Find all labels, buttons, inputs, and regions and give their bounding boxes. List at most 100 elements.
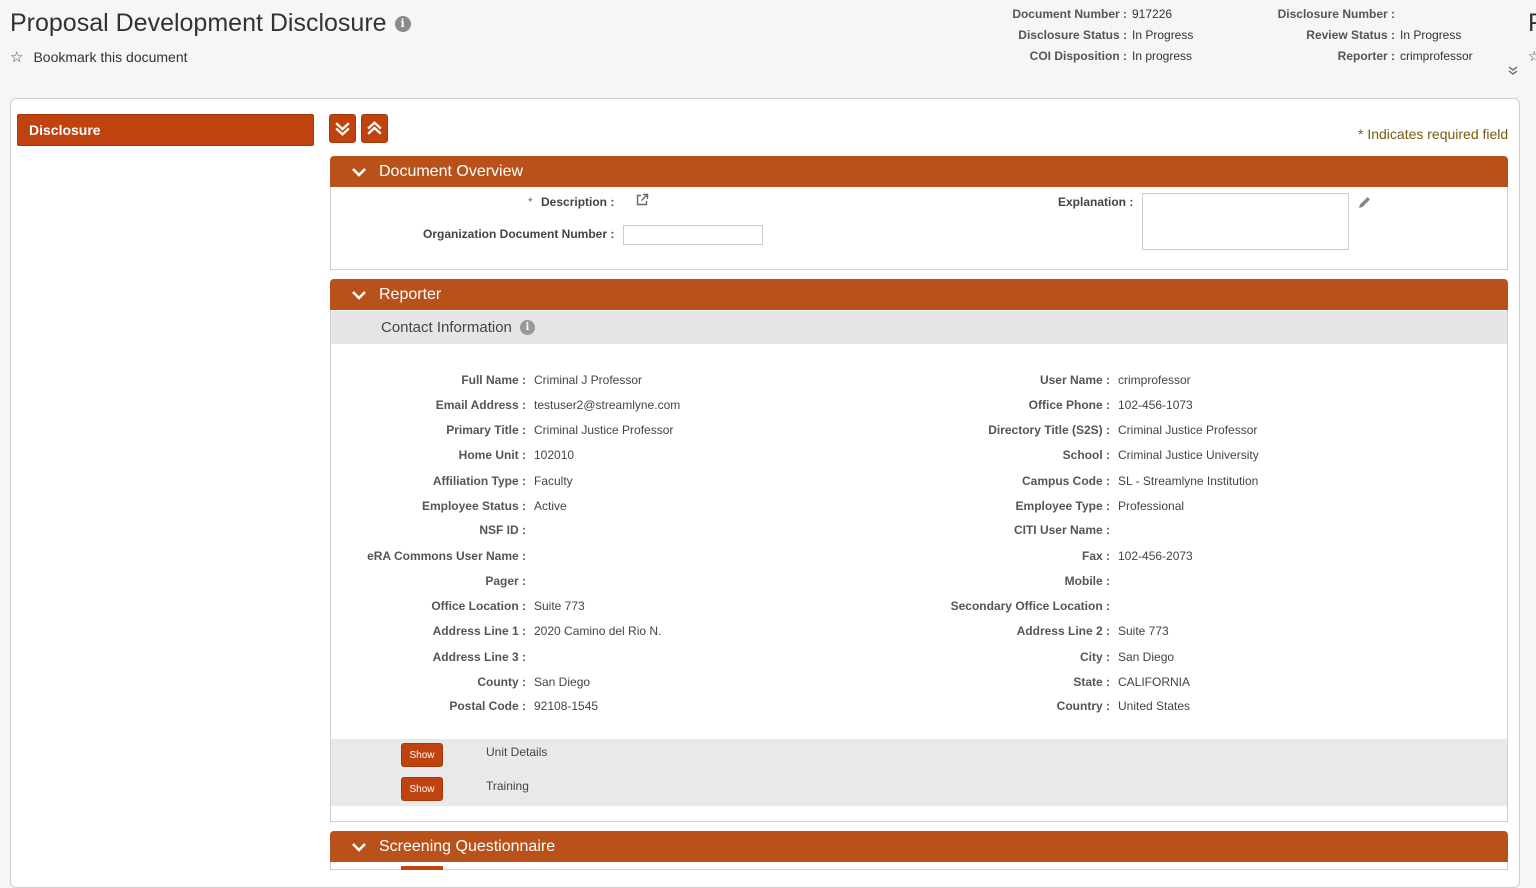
field-label: School : (1062, 448, 1110, 462)
bookmark-link[interactable]: ☆ Bookmark this document (10, 48, 188, 66)
field-label: Primary Title : (446, 423, 526, 437)
document-overview-header[interactable]: Document Overview (330, 156, 1508, 187)
field-label: Address Line 1 : (432, 624, 526, 638)
field-value: 2020 Camino del Rio N. (534, 624, 662, 638)
field-label: Address Line 3 : (432, 650, 526, 664)
info-icon[interactable]: i (519, 320, 535, 335)
meta-value: In progress (1132, 49, 1193, 63)
org-doc-number-input[interactable] (623, 225, 763, 245)
collapse-all-button[interactable] (361, 114, 388, 143)
field-label: NSF ID : (479, 523, 526, 537)
expand-all-button[interactable] (329, 114, 356, 143)
panel-title: Reporter (379, 285, 442, 303)
field-label: CITI User Name : (1013, 523, 1110, 537)
panel-title: Document Overview (379, 162, 524, 180)
chevron-down-icon (352, 290, 366, 300)
double-chevron-up-icon (367, 121, 382, 135)
meta-document-number: Document Number : 917226 (990, 4, 1193, 25)
meta-reporter: Reporter : crimprofessor (1250, 46, 1473, 67)
info-icon[interactable]: i (394, 15, 411, 32)
field-value: Active (534, 499, 567, 513)
meta-label: Document Number : (1012, 7, 1127, 21)
required-marker: * (528, 195, 533, 209)
show-training-button[interactable]: Show (401, 777, 443, 801)
nav-item-label: Disclosure (29, 122, 101, 138)
field-value: SL - Streamlyne Institution (1118, 474, 1259, 488)
field-value: 102-456-1073 (1118, 398, 1193, 412)
cutoff-star-icon: ☆ (1528, 48, 1536, 64)
field-value: Suite 773 (534, 599, 585, 613)
meta-disclosure-number: Disclosure Number : (1250, 4, 1473, 25)
required-field-note: * Indicates required field (1358, 126, 1509, 142)
cutoff-button[interactable] (401, 866, 443, 870)
field-label: Employee Status : (421, 499, 526, 513)
screening-questionnaire-header[interactable]: Screening Questionnaire (330, 831, 1508, 862)
field-label: Office Location : (431, 599, 526, 613)
field-value: crimprofessor (1118, 373, 1191, 387)
field-value: San Diego (534, 675, 591, 689)
field-value: United States (1118, 699, 1191, 713)
meta-value: crimprofessor (1400, 49, 1473, 63)
chevron-down-icon (352, 842, 366, 852)
document-meta-right: Disclosure Number : Review Status : In P… (1250, 4, 1473, 67)
field-label: Directory Title (S2S) : (988, 423, 1110, 437)
field-label: Secondary Office Location : (950, 599, 1110, 613)
field-label: Postal Code : (449, 699, 526, 713)
field-label: State : (1073, 675, 1110, 689)
field-value: 102-456-2073 (1118, 549, 1193, 563)
field-label: Office Phone : (1028, 398, 1110, 412)
meta-value: In Progress (1400, 28, 1462, 42)
meta-label: COI Disposition : (1029, 49, 1127, 63)
field-value: Criminal Justice Professor (534, 423, 674, 437)
field-label: Address Line 2 : (1016, 624, 1110, 638)
meta-value: 917226 (1132, 7, 1173, 21)
double-chevron-down-icon (335, 122, 350, 136)
panel-title: Screening Questionnaire (379, 837, 556, 855)
meta-label: Disclosure Number : (1277, 7, 1395, 21)
cutoff-title-letter: F (1528, 9, 1536, 37)
org-doc-number-label: Organization Document Number : (423, 227, 615, 241)
nav-item-disclosure[interactable]: Disclosure (17, 114, 314, 146)
field-value: Criminal Justice Professor (1118, 423, 1258, 437)
bookmark-label: Bookmark this document (33, 49, 188, 65)
explanation-label: Explanation : (1058, 195, 1134, 209)
field-value: San Diego (1118, 650, 1175, 664)
field-label: County : (477, 675, 526, 689)
pencil-icon[interactable] (1357, 195, 1372, 210)
document-meta-left: Document Number : 917226 Disclosure Stat… (990, 4, 1193, 67)
field-label: Pager : (485, 574, 526, 588)
screening-questionnaire-body (330, 862, 1508, 870)
explanation-textarea[interactable] (1142, 193, 1349, 250)
contact-information-header: Contact Information i (331, 311, 1507, 344)
field-label: City : (1080, 650, 1110, 664)
meta-label: Reporter : (1337, 49, 1395, 63)
field-label: Mobile : (1064, 574, 1110, 588)
contact-information-title: Contact Information (381, 319, 512, 336)
meta-label: Disclosure Status : (1018, 28, 1127, 42)
meta-review-status: Review Status : In Progress (1250, 25, 1473, 46)
meta-disclosure-status: Disclosure Status : In Progress (990, 25, 1193, 46)
field-label: Home Unit : (458, 448, 526, 462)
show-unit-details-button[interactable]: Show (401, 743, 443, 767)
field-value: Professional (1118, 499, 1185, 513)
field-label: Employee Type : (1015, 499, 1110, 513)
training-label: Training (486, 779, 529, 793)
field-value: 92108-1545 (534, 699, 599, 713)
meta-label: Review Status : (1306, 28, 1395, 42)
field-label: Email Address : (435, 398, 526, 412)
chevron-down-icon (352, 167, 366, 177)
reporter-header[interactable]: Reporter (330, 279, 1508, 310)
field-label: Country : (1056, 699, 1110, 713)
field-value: Criminal J Professor (534, 373, 643, 387)
field-label: User Name : (1039, 373, 1110, 387)
field-value: Criminal Justice University (1118, 448, 1259, 462)
page-title: Proposal Development Disclosure i (10, 9, 411, 38)
field-value: Suite 773 (1118, 624, 1169, 638)
field-label: Affiliation Type : (432, 474, 526, 488)
field-label: Full Name : (461, 373, 526, 387)
expand-meta-icon[interactable] (1508, 66, 1518, 79)
meta-coi-disposition: COI Disposition : In progress (990, 46, 1193, 67)
external-link-icon[interactable] (635, 193, 649, 207)
description-label: Description : (541, 195, 615, 209)
page-title-text: Proposal Development Disclosure (10, 9, 387, 37)
